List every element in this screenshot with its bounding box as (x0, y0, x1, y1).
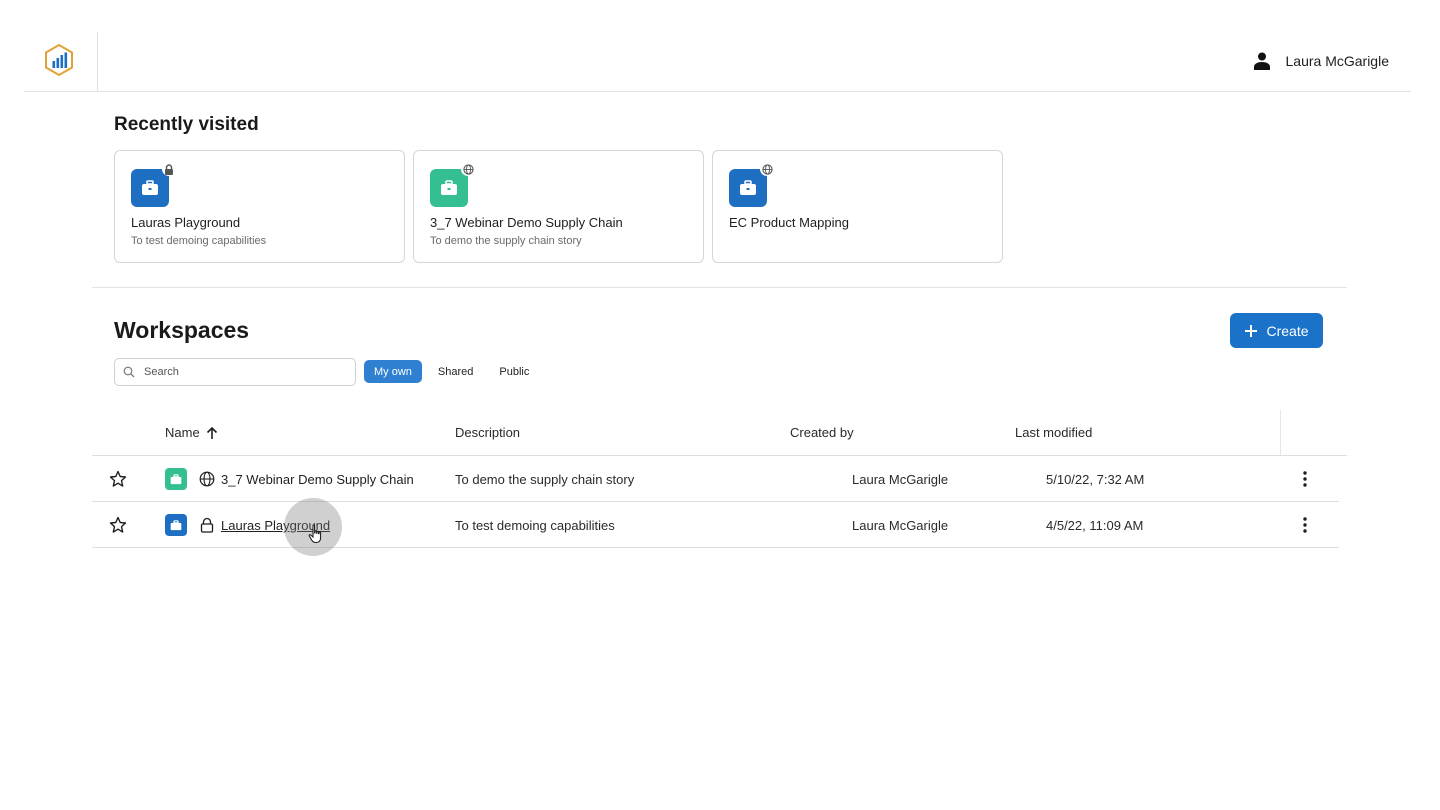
search-icon (123, 366, 135, 378)
arrow-up-icon (206, 426, 217, 439)
recent-card-webinar-demo[interactable]: 3_7 Webinar Demo Supply Chain To demo th… (413, 150, 704, 263)
filter-shared[interactable]: Shared (428, 360, 483, 383)
star-icon[interactable] (109, 470, 127, 488)
star-icon[interactable] (109, 516, 127, 534)
header-divider (97, 32, 98, 92)
lock-icon (200, 517, 214, 533)
column-name-header[interactable]: Name (165, 425, 218, 440)
workspace-description: To test demoing capabilities (455, 518, 615, 533)
recent-card-ec-product-mapping[interactable]: EC Product Mapping (712, 150, 1003, 263)
create-button-label: Create (1266, 322, 1309, 339)
workspace-created-by: Laura McGarigle (852, 472, 949, 487)
column-created-by-label: Created by (790, 425, 854, 440)
lock-icon (162, 162, 176, 176)
recent-card-description: To test demoing capabilities (131, 235, 267, 247)
user-menu[interactable]: Laura McGarigle (1253, 50, 1390, 72)
more-vertical-icon[interactable] (1298, 470, 1312, 488)
briefcase-icon (165, 514, 187, 536)
briefcase-icon (165, 468, 187, 490)
search-box (114, 358, 356, 386)
column-description-header[interactable]: Description (455, 425, 520, 440)
recent-card-description: To demo the supply chain story (430, 235, 582, 247)
recent-card-name: 3_7 Webinar Demo Supply Chain (430, 215, 623, 230)
user-name: Laura McGarigle (1285, 53, 1390, 69)
column-last-modified-header[interactable]: Last modified (1015, 425, 1092, 440)
workspace-description: To demo the supply chain story (455, 472, 635, 487)
table-row[interactable]: Lauras Playground To test demoing capabi… (92, 502, 1339, 548)
briefcase-icon (430, 169, 468, 207)
column-separator (1280, 410, 1281, 455)
filter-my-own[interactable]: My own (364, 360, 422, 383)
recent-card-name: EC Product Mapping (729, 215, 849, 230)
person-icon (1253, 52, 1270, 70)
globe-icon (760, 162, 774, 176)
filter-tabs: My own Shared Public (364, 360, 539, 383)
recent-card-lauras-playground[interactable]: Lauras Playground To test demoing capabi… (114, 150, 405, 263)
recent-card-name: Lauras Playground (131, 215, 241, 230)
bar-chart-hexagon-logo[interactable] (44, 44, 74, 76)
globe-icon (461, 162, 475, 176)
create-button[interactable]: Create (1230, 313, 1323, 348)
more-vertical-icon[interactable] (1298, 516, 1312, 534)
top-bar: Laura McGarigle (24, 32, 1411, 92)
globe-icon (199, 471, 215, 487)
recent-cards: Lauras Playground To test demoing capabi… (114, 150, 1003, 263)
workspace-last-modified: 4/5/22, 11:09 AM (1046, 518, 1144, 533)
hand-pointer-icon (308, 524, 322, 543)
workspace-created-by: Laura McGarigle (852, 518, 949, 533)
workspaces-title: Workspaces (114, 317, 250, 343)
briefcase-icon (729, 169, 767, 207)
section-divider (92, 287, 1347, 288)
workspace-last-modified: 5/10/22, 7:32 AM (1046, 472, 1145, 487)
search-input[interactable] (115, 359, 355, 385)
column-last-modified-label: Last modified (1015, 425, 1093, 440)
workspace-name-link[interactable]: 3_7 Webinar Demo Supply Chain (221, 472, 414, 487)
filter-public[interactable]: Public (489, 360, 539, 383)
table-row[interactable]: 3_7 Webinar Demo Supply Chain To demo th… (92, 456, 1339, 502)
column-created-by-header[interactable]: Created by (790, 425, 854, 440)
table-header: Name Description Created by Last modifie… (92, 410, 1347, 456)
column-description-label: Description (455, 425, 521, 440)
column-name-label: Name (165, 425, 200, 440)
recently-visited-title: Recently visited (114, 114, 259, 135)
plus-icon (1245, 324, 1258, 337)
briefcase-icon (131, 169, 169, 207)
